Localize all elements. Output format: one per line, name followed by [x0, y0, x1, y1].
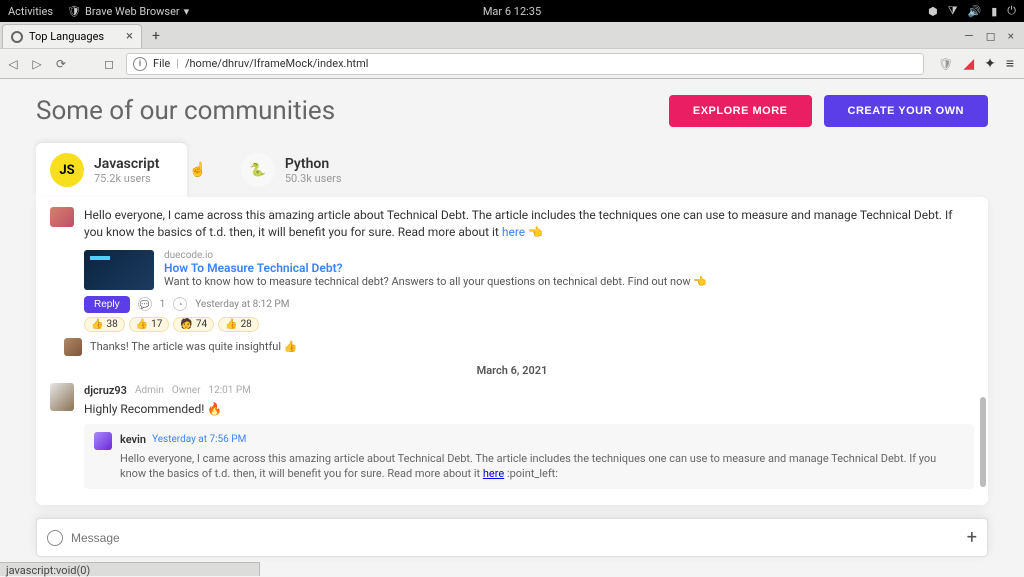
url-field[interactable]: i File | /home/dhruv/IframeMock/index.ht…	[126, 53, 924, 75]
quoted-time: Yesterday at 7:56 PM	[152, 433, 246, 447]
link-description: Want to know how to measure technical de…	[164, 275, 707, 288]
post-body: Hello everyone, I came across this amazi…	[84, 207, 974, 242]
avatar[interactable]	[94, 432, 112, 450]
close-tab-icon[interactable]: ×	[126, 29, 133, 44]
page-content: Some of our communities EXPLORE MORE CRE…	[0, 79, 1024, 563]
community-tab-python[interactable]: 🐍 Python 50.3k users	[227, 143, 370, 197]
extensions-icon[interactable]: ✦	[984, 56, 996, 72]
community-name: Javascript	[94, 156, 159, 172]
app-menu[interactable]: 🛡 Brave Web Browser ▾	[67, 5, 189, 18]
tray-icon[interactable]: ⬢	[928, 5, 938, 18]
url-path: /home/dhruv/IframeMock/index.html	[185, 57, 368, 70]
avatar[interactable]	[50, 383, 74, 411]
post-text: Highly Recommended! 🔥	[84, 401, 974, 418]
reaction-pill[interactable]: 👍17	[129, 317, 170, 332]
reaction-pill[interactable]: 🧑74	[173, 317, 214, 332]
nested-reply: Thanks! The article was quite insightful…	[64, 338, 974, 356]
user-badge: Owner	[172, 384, 201, 399]
back-button[interactable]: ◁	[6, 57, 20, 71]
user-badge: Admin	[135, 384, 164, 399]
reply-count: 1	[160, 299, 166, 310]
reply-text: Thanks! The article was quite insightful…	[90, 340, 297, 353]
community-name: Python	[285, 156, 342, 172]
javascript-icon: JS	[50, 153, 84, 187]
browser-chrome: Top Languages × + — ◻ × ◁ ▷ ⟳ ◻ i File |…	[0, 22, 1024, 79]
post: Hello everyone, I came across this amazi…	[50, 207, 974, 242]
system-top-bar: Activities 🛡 Brave Web Browser ▾ Mar 6 1…	[0, 0, 1024, 22]
volume-icon[interactable]: 🔊	[968, 5, 982, 18]
site-info-icon[interactable]: i	[133, 57, 147, 71]
activities-menu[interactable]: Activities	[8, 5, 53, 18]
avatar[interactable]	[50, 207, 74, 227]
quoted-link[interactable]: here	[483, 467, 504, 480]
system-tray[interactable]: ⬢ ⧩ 🔊 ▮ ⏻	[928, 4, 1016, 18]
reply-button[interactable]: Reply	[84, 296, 130, 313]
network-icon[interactable]: ⧩	[948, 4, 958, 18]
quoted-message: kevin Yesterday at 7:56 PM Hello everyon…	[84, 424, 974, 489]
reactions-row: 👍38 👍17 🧑74 👍28	[84, 317, 974, 332]
post-time: Yesterday at 8:12 PM	[195, 299, 289, 310]
menu-icon[interactable]: ≡	[1006, 55, 1014, 72]
message-input[interactable]	[71, 531, 959, 545]
reaction-pill[interactable]: 👍28	[218, 317, 259, 332]
link-source: duecode.io	[164, 250, 707, 261]
read-more-link[interactable]: here	[502, 225, 525, 239]
explore-more-button[interactable]: EXPLORE MORE	[669, 95, 812, 127]
emoji-picker-icon[interactable]	[47, 530, 63, 546]
quoted-username[interactable]: kevin	[120, 432, 146, 447]
url-scheme: File	[153, 57, 170, 70]
clock-icon: ◔	[173, 297, 187, 311]
post: djcruz93 Admin Owner 12:01 PM Highly Rec…	[50, 383, 974, 418]
shield-icon[interactable]: 🛡	[938, 57, 953, 71]
avatar[interactable]	[64, 338, 82, 356]
create-your-own-button[interactable]: CREATE YOUR OWN	[824, 95, 989, 127]
address-bar: ◁ ▷ ⟳ ◻ i File | /home/dhruv/IframeMock/…	[0, 48, 1024, 78]
point-left-icon: 👈	[528, 225, 543, 239]
link-title[interactable]: How To Measure Technical Debt?	[164, 261, 707, 275]
post-time: 12:01 PM	[208, 384, 250, 399]
page-title: Some of our communities	[36, 96, 335, 126]
tab-strip: Top Languages × + — ◻ ×	[0, 22, 1024, 48]
clock: Mar 6 12:35	[483, 5, 541, 18]
community-users: 75.2k users	[94, 172, 159, 185]
link-preview-card[interactable]: duecode.io How To Measure Technical Debt…	[84, 250, 974, 290]
community-tab-javascript[interactable]: JS Javascript 75.2k users	[36, 143, 187, 197]
tab-title: Top Languages	[29, 30, 104, 43]
message-composer[interactable]: +	[36, 518, 988, 557]
reload-button[interactable]: ⟳	[54, 57, 68, 71]
forward-button[interactable]: ▷	[30, 57, 44, 71]
chevron-down-icon: ▾	[184, 5, 190, 18]
date-separator: March 6, 2021	[50, 364, 974, 377]
username[interactable]: djcruz93	[84, 383, 127, 399]
link-thumbnail	[84, 250, 154, 290]
window-minimize-icon[interactable]: —	[964, 29, 973, 43]
power-icon[interactable]: ⏻	[1007, 4, 1016, 18]
bookmark-icon[interactable]: ◻	[102, 57, 116, 71]
replies-icon[interactable]: 💬	[138, 297, 152, 311]
window-maximize-icon[interactable]: ◻	[986, 29, 996, 43]
new-tab-button[interactable]: +	[146, 28, 166, 44]
brave-logo-icon[interactable]: ◢	[963, 56, 974, 72]
favicon-icon	[11, 31, 23, 43]
battery-icon[interactable]: ▮	[991, 5, 997, 18]
community-tabs: JS Javascript 75.2k users ☝ 🐍 Python 50.…	[36, 143, 988, 197]
add-attachment-icon[interactable]: +	[967, 527, 977, 548]
scrollbar[interactable]	[980, 397, 986, 487]
python-icon: 🐍	[241, 153, 275, 187]
browser-tab[interactable]: Top Languages ×	[2, 24, 142, 48]
browser-statusbar: javascript:void(0)	[0, 562, 260, 576]
post-actions: Reply 💬 1 ◔ Yesterday at 8:12 PM	[84, 296, 974, 313]
community-users: 50.3k users	[285, 172, 342, 185]
brave-icon: 🛡	[67, 5, 81, 18]
window-close-icon[interactable]: ×	[1008, 29, 1014, 43]
reaction-pill[interactable]: 👍38	[84, 317, 125, 332]
pointer-cursor-icon: ☝	[189, 162, 206, 178]
feed-panel: Hello everyone, I came across this amazi…	[36, 197, 988, 505]
